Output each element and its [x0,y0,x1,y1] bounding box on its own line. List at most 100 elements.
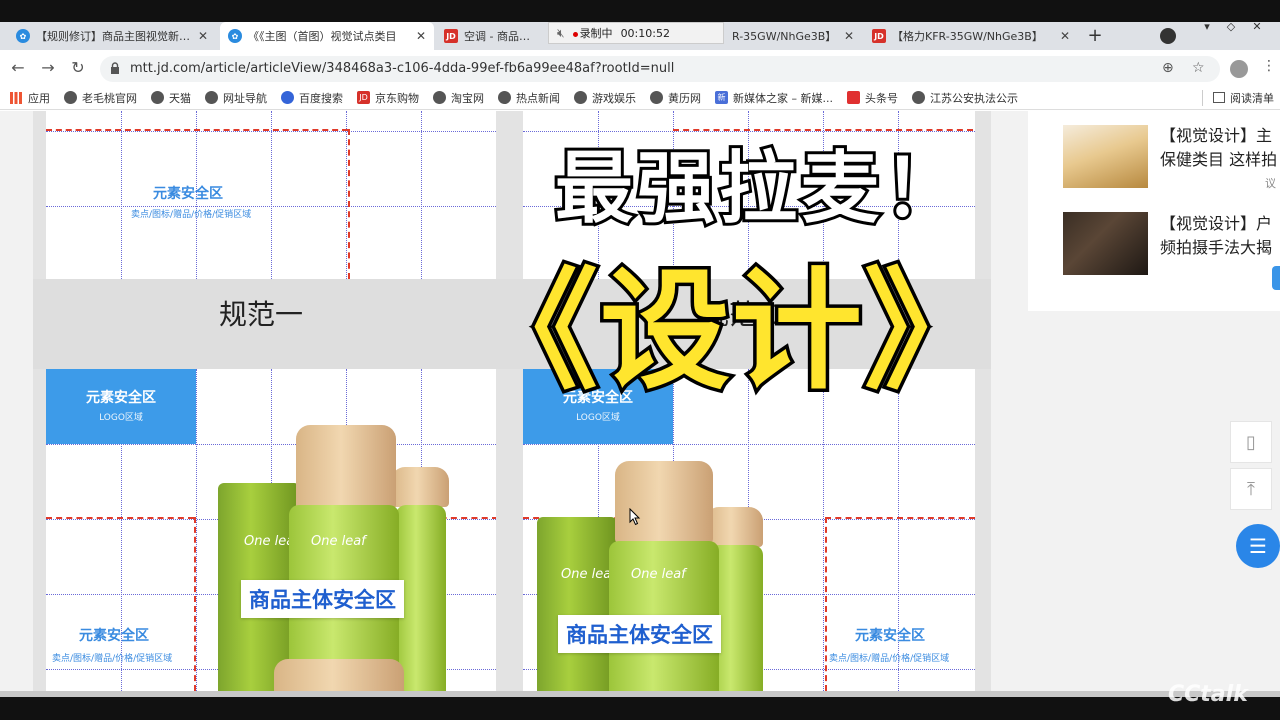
bookmark-item[interactable]: 淘宝网 [433,90,484,106]
side-tab[interactable] [1272,266,1280,290]
new-tab-button[interactable]: + [1084,22,1106,50]
tab-title: 《《主图（首图）视觉试点类目 [248,30,397,43]
bookmark-star-icon[interactable]: ☆ [1192,60,1205,76]
globe-icon [205,91,218,104]
tab-title: 【格力KFR-35GW/NhGe3B】 [892,30,1043,43]
tab-0[interactable]: ✿ 【规则修订】商品主图视觉新… ✕ [8,22,216,50]
bookmark-label: 头条号 [864,91,898,105]
close-window-icon[interactable]: ✕ [1246,20,1268,34]
jd-icon: JD [444,29,458,43]
recorder-indicator: 🔇︎ 录制中 00:10:52 [548,22,724,44]
minimize-icon[interactable]: ▾ [1196,20,1218,34]
bookmark-item[interactable]: 网址导航 [205,90,267,106]
bookmark-item[interactable]: 游戏娱乐 [574,90,636,106]
globe-icon [433,91,446,104]
account-icon[interactable] [1230,60,1248,78]
globe-icon [151,91,164,104]
bookmark-item[interactable]: 老毛桃官网 [64,90,137,106]
subject-safe-zone-label: 商品主体安全区 [558,615,721,653]
back-icon[interactable]: ← [8,58,28,78]
bookmark-label: 热点新闻 [516,91,560,105]
article-thumbnail[interactable] [1063,212,1148,275]
close-icon[interactable]: ✕ [416,29,426,43]
bookmark-apps[interactable]: 应用 [10,90,50,106]
article-title-line[interactable]: 频拍摄手法大揭 [1160,236,1280,260]
mute-icon[interactable]: 🔇︎ [557,26,565,41]
article-title-line[interactable]: 【视觉设计】户 [1160,212,1280,236]
record-dot-icon [572,32,578,37]
news-icon: 新 [715,91,728,104]
product-cap [705,507,763,547]
bookmark-label: 江苏公安执法公示 [929,91,1018,105]
bookmark-item[interactable]: 黄历网 [650,90,701,106]
reload-icon[interactable]: ↻ [68,58,88,78]
back-to-top-icon[interactable]: ⤒ [1230,468,1272,510]
brand-text: One leaf [311,534,366,549]
bookmark-item[interactable]: 头条号 [846,90,898,106]
lock-icon [111,62,119,74]
overlay-headline: 最强拉麦！ [552,141,966,237]
jd-icon: JD [357,91,370,104]
logo-zone-title: 元素安全区 [86,390,156,406]
address-bar[interactable]: mtt.jd.com/article/articleView/348468a3-… [100,56,1220,82]
tab-title: 【规则修订】商品主图视觉新… [36,30,190,43]
reading-list[interactable]: 阅读清单 [1202,89,1274,106]
bookmark-item[interactable]: 热点新闻 [498,90,560,106]
bookmark-label: 应用 [28,91,50,105]
zone-sub: 卖点/图标/赠品/价格/促销区域 [829,654,950,664]
profile-menu-icon[interactable] [1160,28,1176,44]
article-thumbnail[interactable] [1063,125,1148,188]
article-meta: 议 [1265,177,1276,190]
article-title-line[interactable]: 【视觉设计】主 [1160,124,1280,148]
close-icon[interactable]: ✕ [844,29,854,43]
bookmark-label: 淘宝网 [451,91,484,105]
recorder-time: 00:10:52 [620,26,670,40]
logo-zone-sub: LOGO区域 [99,413,143,423]
globe-icon [498,91,511,104]
bottom-black-strip [0,697,1280,720]
tab-4[interactable]: JD 【格力KFR-35GW/NhGe3B】 ✕ [864,22,1078,50]
bookmark-label: 天猫 [169,91,191,105]
tab-3[interactable]: R-35GW/NhGe3B】 ✕ [724,22,862,50]
bookmark-item[interactable]: JD 京东购物 [357,90,419,106]
zone-sub: 卖点/图标/赠品/价格/促销区域 [131,210,252,220]
product-cap [274,659,404,691]
tab-2[interactable]: JD 空调 - 商品搜索 [436,22,548,50]
forward-icon[interactable]: → [38,58,58,78]
baidu-icon [281,91,294,104]
article-title-line[interactable]: 保健类目 这样拍 [1160,148,1280,172]
close-icon[interactable]: ✕ [1060,29,1070,43]
tablet-view-icon[interactable]: ▯ [1230,421,1272,463]
globe-icon [650,91,663,104]
close-icon[interactable]: ✕ [198,29,208,43]
bookmark-item[interactable]: 天猫 [151,90,191,106]
tab-1[interactable]: ✿ 《《主图（首图）视觉试点类目 ✕ [220,22,434,50]
bookmark-label: 京东购物 [375,91,419,105]
recorder-status: 录制中 [579,27,613,40]
overlay-design-title: 《设计》 [464,252,997,411]
bookmark-item[interactable]: 江苏公安执法公示 [911,90,1018,106]
chat-icon[interactable]: ☰ [1236,524,1280,568]
site-icon: ✿ [16,29,30,43]
browser-toolbar: ← → ↻ mtt.jd.com/article/articleView/348… [0,50,1280,86]
globe-icon [911,91,925,104]
spec-one-top-panel: 元素安全区 卖点/图标/赠品/价格/促销区域 [46,111,496,279]
screen: ✿ 【规则修订】商品主图视觉新… ✕ ✿ 《《主图（首图）视觉试点类目 ✕ JD… [0,0,1280,720]
related-articles: 【视觉设计】主 保健类目 这样拍 议 【视觉设计】户 频拍摄手法大揭 [1028,111,1280,311]
bookmark-label: 网址导航 [223,91,267,105]
bookmark-item[interactable]: 新新媒体之家 – 新媒... [715,90,833,106]
product-tube [537,517,617,691]
toutiao-icon [846,91,860,104]
bookmark-item[interactable]: 百度搜索 [281,90,343,106]
zoom-icon[interactable]: ⊕ [1162,60,1174,76]
maximize-icon[interactable]: ◇ [1220,20,1242,34]
menu-dots-icon[interactable]: ⋮ [1262,58,1276,74]
globe-icon [574,91,587,104]
zone-sub: 卖点/图标/赠品/价格/促销区域 [52,654,173,664]
cursor-icon [629,508,641,526]
bookmark-label: 黄历网 [668,91,701,105]
zone-title: 元素安全区 [855,628,925,644]
bookmark-label: 新媒体之家 – 新媒... [733,91,833,105]
watermark-text: CCtalk [1168,682,1248,707]
product-cap [296,425,396,509]
